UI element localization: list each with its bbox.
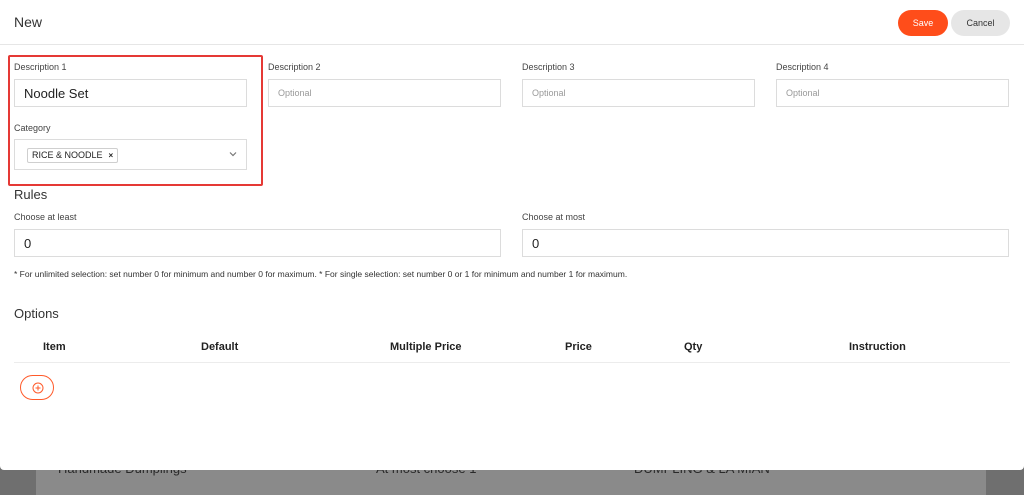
- description-2-input[interactable]: [268, 79, 501, 107]
- choose-at-most-label: Choose at most: [522, 212, 586, 222]
- description-3-input[interactable]: [522, 79, 755, 107]
- rules-note: * For unlimited selection: set number 0 …: [14, 269, 628, 279]
- add-option-button[interactable]: [20, 375, 54, 400]
- choose-at-most-input[interactable]: [522, 229, 1009, 257]
- column-price: Price: [565, 341, 592, 353]
- column-multiple-price: Multiple Price: [390, 341, 462, 353]
- plus-circle-icon: [32, 382, 44, 394]
- table-divider: [14, 362, 1010, 363]
- highlight-box: [8, 55, 263, 186]
- new-option-group-modal: New Save Cancel Description 1 Descriptio…: [0, 0, 1024, 470]
- options-title: Options: [14, 306, 59, 321]
- description-2-label: Description 2: [268, 62, 321, 72]
- description-3-label: Description 3: [522, 62, 575, 72]
- save-button[interactable]: Save: [898, 10, 948, 36]
- modal-header: New Save Cancel: [0, 0, 1024, 45]
- choose-at-least-input[interactable]: [14, 229, 501, 257]
- rules-title: Rules: [14, 187, 48, 202]
- column-item: Item: [43, 341, 66, 353]
- modal-title: New: [14, 14, 43, 30]
- cancel-button[interactable]: Cancel: [951, 10, 1010, 36]
- choose-at-least-label: Choose at least: [14, 212, 77, 222]
- description-4-label: Description 4: [776, 62, 829, 72]
- column-qty: Qty: [684, 341, 703, 353]
- column-instruction: Instruction: [849, 341, 906, 353]
- description-4-input[interactable]: [776, 79, 1009, 107]
- column-default: Default: [201, 341, 239, 353]
